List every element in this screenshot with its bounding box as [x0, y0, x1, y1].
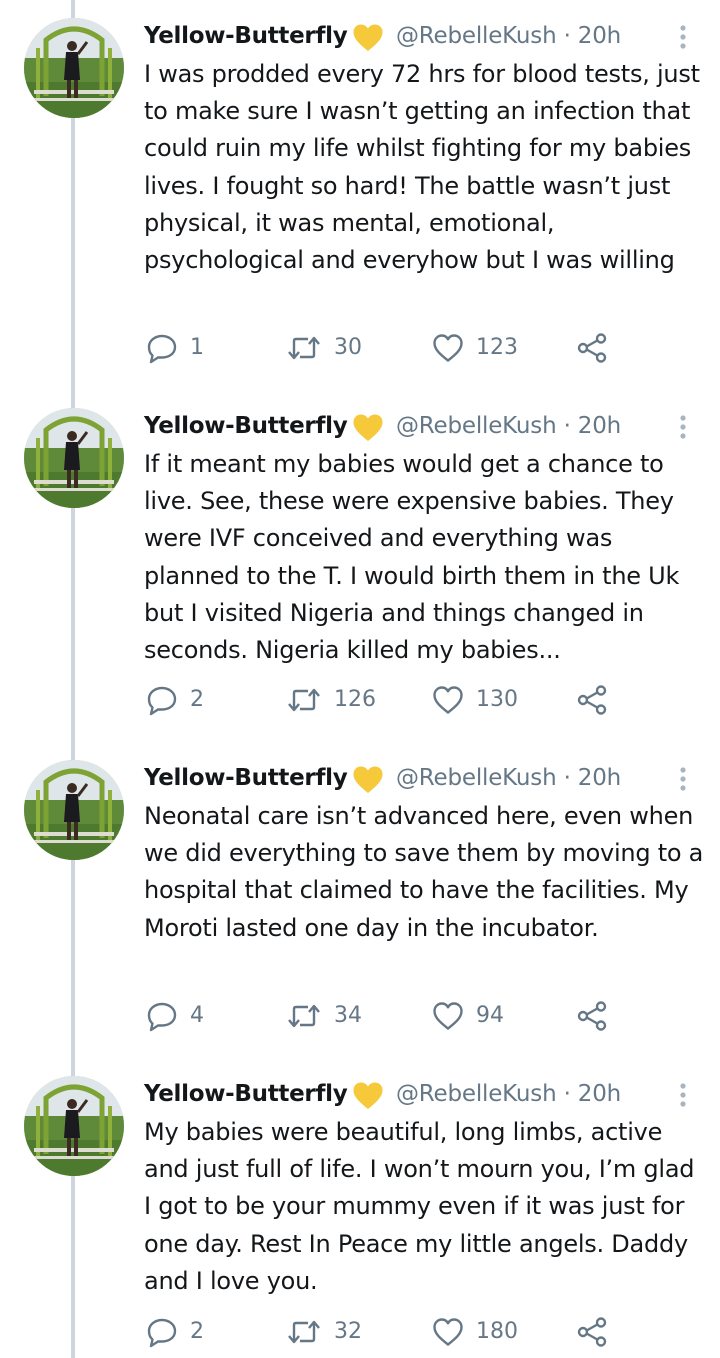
tweet-header: Yellow-Butterfly @RebelleKush · 20h [144, 20, 720, 56]
like-button[interactable]: 123 [432, 328, 518, 368]
like-count: 123 [476, 335, 518, 360]
reply-button[interactable]: 2 [146, 680, 204, 720]
display-name[interactable]: Yellow-Butterfly [144, 762, 348, 794]
display-name[interactable]: Yellow-Butterfly [144, 410, 348, 442]
tweet-actions: 1 30 123 [144, 328, 614, 368]
share-button[interactable] [576, 996, 608, 1036]
avatar[interactable] [24, 408, 124, 508]
tweet-text: I was prodded every 72 hrs for blood tes… [144, 60, 700, 275]
reply-button[interactable]: 2 [146, 1312, 204, 1352]
reply-count: 4 [190, 1003, 204, 1028]
reply-icon [147, 686, 177, 716]
like-heart-icon [433, 334, 463, 362]
reply-icon [147, 1002, 177, 1032]
handle-and-timestamp[interactable]: @RebelleKush · 20h [396, 410, 621, 442]
retweet-icon [288, 336, 320, 360]
retweet-count: 32 [334, 1319, 362, 1344]
tweet-header: Yellow-Butterfly @RebelleKush · 20h [144, 410, 720, 446]
share-button[interactable] [576, 1312, 608, 1352]
share-icon [577, 333, 607, 363]
reply-button[interactable]: 1 [146, 328, 204, 368]
like-heart-icon [433, 686, 463, 714]
like-heart-icon [433, 1002, 463, 1030]
reply-icon [147, 1318, 177, 1348]
reply-icon [147, 334, 177, 364]
reply-count: 2 [190, 687, 204, 712]
yellow-heart-icon [353, 414, 383, 441]
retweet-count: 34 [334, 1003, 362, 1028]
like-button[interactable]: 180 [432, 1312, 518, 1352]
share-button[interactable] [576, 328, 608, 368]
tweet-actions: 4 34 94 [144, 996, 614, 1036]
like-count: 130 [476, 687, 518, 712]
avatar[interactable] [24, 1076, 124, 1176]
like-heart-icon [433, 1318, 463, 1346]
tweet-header: Yellow-Butterfly @RebelleKush · 20h [144, 762, 720, 798]
more-options-icon[interactable] [678, 1082, 688, 1108]
like-count: 94 [476, 1003, 504, 1028]
retweet-button[interactable]: 32 [286, 1312, 362, 1352]
handle-and-timestamp[interactable]: @RebelleKush · 20h [396, 1078, 621, 1110]
retweet-button[interactable]: 126 [286, 680, 376, 720]
reply-count: 1 [190, 335, 204, 360]
retweet-button[interactable]: 30 [286, 328, 362, 368]
more-options-icon[interactable] [678, 766, 688, 792]
display-name[interactable]: Yellow-Butterfly [144, 20, 348, 52]
like-button[interactable]: 94 [432, 996, 504, 1036]
tweet-text: Neonatal care isn’t advanced here, even … [144, 802, 704, 942]
retweet-count: 126 [334, 687, 376, 712]
yellow-heart-icon [353, 24, 383, 51]
like-button[interactable]: 130 [432, 680, 518, 720]
tweet-text: If it meant my babies would get a chance… [144, 450, 680, 665]
handle-and-timestamp[interactable]: @RebelleKush · 20h [396, 20, 621, 52]
share-button[interactable] [576, 680, 608, 720]
yellow-heart-icon [353, 766, 383, 793]
share-icon [577, 1317, 607, 1347]
reply-button[interactable]: 4 [146, 996, 204, 1036]
avatar[interactable] [24, 760, 124, 860]
yellow-heart-icon [353, 1082, 383, 1109]
share-icon [577, 1001, 607, 1031]
tweet-actions: 2 32 180 [144, 1312, 614, 1352]
display-name[interactable]: Yellow-Butterfly [144, 1078, 348, 1110]
retweet-icon [288, 688, 320, 712]
more-options-icon[interactable] [678, 24, 688, 50]
tweet-text: My babies were beautiful, long limbs, ac… [144, 1118, 695, 1295]
retweet-icon [288, 1004, 320, 1028]
like-count: 180 [476, 1319, 518, 1344]
avatar[interactable] [24, 18, 124, 118]
more-options-icon[interactable] [678, 414, 688, 440]
tweet-header: Yellow-Butterfly @RebelleKush · 20h [144, 1078, 720, 1114]
handle-and-timestamp[interactable]: @RebelleKush · 20h [396, 762, 621, 794]
reply-count: 2 [190, 1319, 204, 1344]
retweet-button[interactable]: 34 [286, 996, 362, 1036]
retweet-count: 30 [334, 335, 362, 360]
retweet-icon [288, 1320, 320, 1344]
share-icon [577, 685, 607, 715]
tweet-actions: 2 126 130 [144, 680, 614, 720]
